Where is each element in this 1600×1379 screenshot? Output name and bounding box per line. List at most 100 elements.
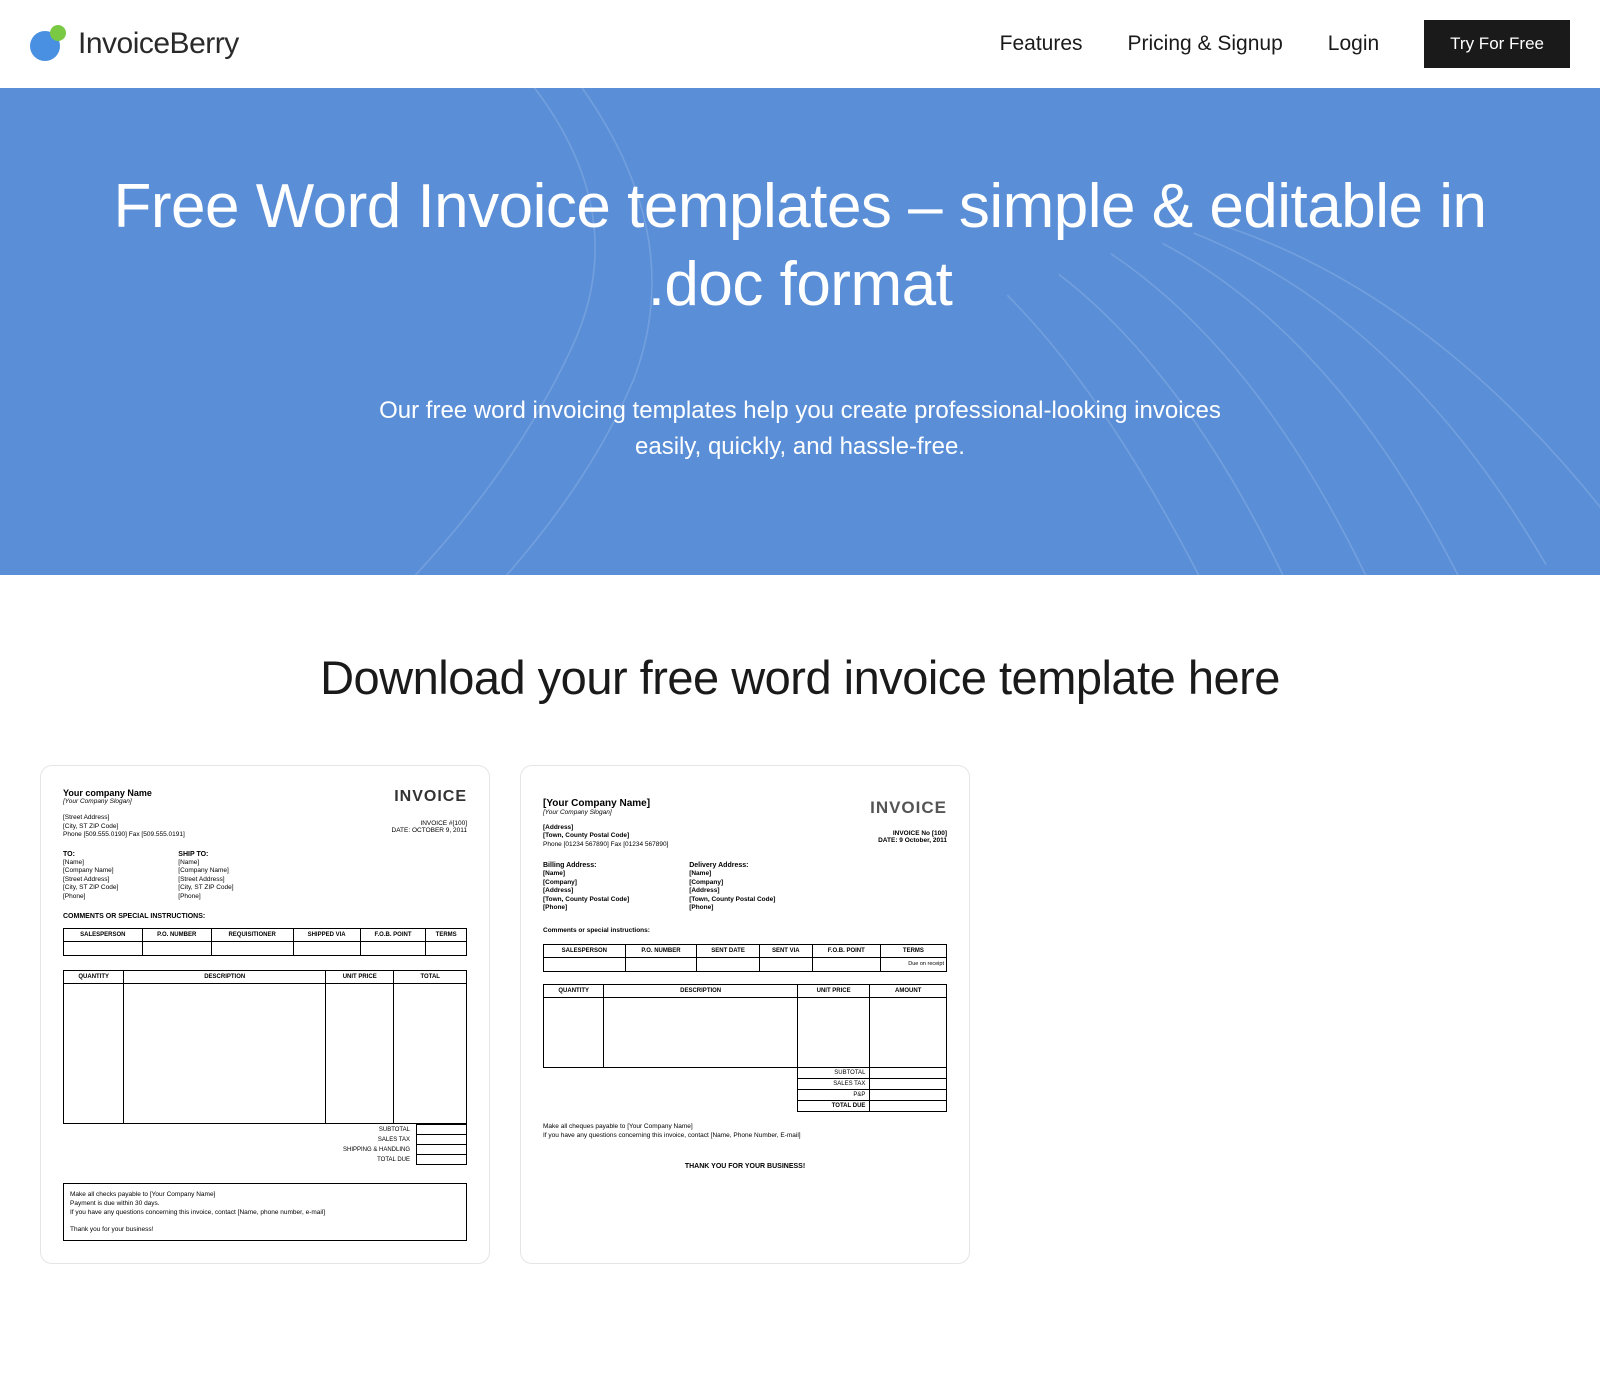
inv1-to-city: [City, ST ZIP Code]: [63, 884, 118, 892]
inv1-addr1: [Street Address]: [63, 814, 185, 822]
inv2-t-pp: P&P: [797, 1089, 870, 1100]
inv2-h-sent-via: SENT VIA: [759, 944, 812, 957]
inv1-totals: SUBTOTAL SALES TAX SHIPPING & HANDLING T…: [63, 1124, 467, 1165]
inv1-meta-table: SALESPERSON P.O. NUMBER REQUISITIONER SH…: [63, 928, 467, 956]
inv2-del-label: Delivery Address:: [689, 861, 775, 870]
nav-features[interactable]: Features: [1000, 32, 1083, 56]
inv1-ship-name: [Name]: [178, 859, 233, 867]
inv1-i-total: TOTAL: [394, 971, 467, 984]
inv2-thanks: THANK YOU FOR YOUR BUSINESS!: [543, 1163, 947, 1170]
inv1-t-due: TOTAL DUE: [337, 1155, 417, 1165]
inv2-addr1: [Address]: [543, 824, 668, 832]
inv1-h-ship: SHIPPED VIA: [293, 929, 360, 942]
inv2-b-town: [Town, County Postal Code]: [543, 896, 629, 904]
inv2-t-tax: SALES TAX: [797, 1078, 870, 1089]
hero-title: Free Word Invoice templates – simple & e…: [100, 168, 1500, 323]
inv1-ship-company: [Company Name]: [178, 867, 233, 875]
inv1-f3: If you have any questions concerning thi…: [70, 1208, 460, 1217]
inv1-f4: Thank you for your business!: [70, 1225, 460, 1234]
inv1-comments: COMMENTS OR SPECIAL INSTRUCTIONS:: [63, 913, 467, 920]
inv1-meta2: DATE: OCTOBER 9, 2011: [392, 827, 468, 834]
brand-name: InvoiceBerry: [78, 27, 239, 61]
inv1-to-street: [Street Address]: [63, 876, 118, 884]
inv2-company: [Your Company Name]: [543, 798, 650, 809]
inv2-h-fob: F.O.B. POINT: [812, 944, 880, 957]
inv1-ship-street: [Street Address]: [178, 876, 233, 884]
hero-subtitle: Our free word invoicing templates help y…: [375, 393, 1225, 465]
inv2-title: INVOICE: [870, 798, 947, 818]
invoiceberry-logo-icon: [30, 25, 68, 63]
inv1-company: Your company Name: [63, 788, 152, 798]
inv1-phone: Phone [509.555.0190] Fax [509.555.0191]: [63, 831, 185, 839]
inv2-phone: Phone [01234 567890] Fax [01234 567890]: [543, 841, 668, 849]
inv2-t-due: TOTAL DUE: [797, 1100, 870, 1111]
inv2-f2: If you have any questions concerning thi…: [543, 1131, 947, 1141]
inv2-meta-table: SALESPERSON P.O. NUMBER SENT DATE SENT V…: [543, 944, 947, 972]
inv1-i-unit: UNIT PRICE: [325, 971, 394, 984]
inv1-addr2: [City, ST ZIP Code]: [63, 823, 185, 831]
hero-section: Free Word Invoice templates – simple & e…: [0, 88, 1600, 575]
inv2-d-phone: [Phone]: [689, 904, 775, 912]
inv2-i-desc: DESCRIPTION: [604, 984, 797, 997]
inv2-t-subtotal: SUBTOTAL: [797, 1067, 870, 1078]
inv1-f1: Make all checks payable to [Your Company…: [70, 1190, 460, 1199]
inv1-h-po: P.O. NUMBER: [142, 929, 211, 942]
section-title: Download your free word invoice template…: [40, 650, 1560, 705]
templates-section: Download your free word invoice template…: [0, 575, 1600, 765]
inv2-i-unit: UNIT PRICE: [797, 984, 870, 997]
hero-decoration: [0, 88, 1600, 575]
inv2-b-name: [Name]: [543, 870, 629, 878]
inv2-comments: Comments or special instructions:: [543, 927, 947, 934]
inv1-f2: Payment is due within 30 days.: [70, 1199, 460, 1208]
inv2-footer: Make all cheques payable to [Your Compan…: [543, 1122, 947, 1142]
inv2-h-salesperson: SALESPERSON: [544, 944, 626, 957]
inv2-items-table: QUANTITY DESCRIPTION UNIT PRICE AMOUNT S…: [543, 984, 947, 1112]
inv2-d-name: [Name]: [689, 870, 775, 878]
inv2-b-addr: [Address]: [543, 887, 629, 895]
template-card-2[interactable]: [Your Company Name] [Your Company Slogan…: [520, 765, 970, 1264]
inv1-h-terms: TERMS: [426, 929, 467, 942]
main-nav: Features Pricing & Signup Login Try For …: [1000, 20, 1570, 68]
inv2-meta2: DATE: 9 October, 2011: [878, 837, 947, 844]
inv1-t-tax: SALES TAX: [337, 1135, 417, 1145]
inv2-d-town: [Town, County Postal Code]: [689, 896, 775, 904]
inv2-b-phone: [Phone]: [543, 904, 629, 912]
inv1-items-table: QUANTITY DESCRIPTION UNIT PRICE TOTAL: [63, 970, 467, 1124]
inv2-f1: Make all cheques payable to [Your Compan…: [543, 1122, 947, 1132]
inv1-i-desc: DESCRIPTION: [124, 971, 326, 984]
inv2-d-addr: [Address]: [689, 887, 775, 895]
inv1-slogan: [Your Company Slogan]: [63, 798, 152, 806]
inv1-h-fob: F.O.B. POINT: [360, 929, 426, 942]
try-free-button[interactable]: Try For Free: [1424, 20, 1570, 68]
template-card-1[interactable]: Your company Name [Your Company Slogan] …: [40, 765, 490, 1264]
inv1-to-phone: [Phone]: [63, 893, 118, 901]
inv2-terms-note: Due on receipt: [880, 957, 946, 971]
template-preview-2: [Your Company Name] [Your Company Slogan…: [543, 788, 947, 1180]
inv2-bill-label: Billing Address:: [543, 861, 629, 870]
inv1-footer: Make all checks payable to [Your Company…: [63, 1183, 467, 1241]
nav-login[interactable]: Login: [1328, 32, 1379, 56]
inv1-t-subtotal: SUBTOTAL: [337, 1125, 417, 1135]
inv1-ship-label: SHIP TO:: [178, 850, 233, 859]
inv1-to-company: [Company Name]: [63, 867, 118, 875]
template-preview-1: Your company Name [Your Company Slogan] …: [63, 788, 467, 1241]
inv2-slogan: [Your Company Slogan]: [543, 809, 650, 817]
inv2-b-company: [Company]: [543, 879, 629, 887]
header: InvoiceBerry Features Pricing & Signup L…: [0, 0, 1600, 88]
inv1-ship-phone: [Phone]: [178, 893, 233, 901]
inv1-i-qty: QUANTITY: [64, 971, 124, 984]
inv2-i-amt: AMOUNT: [870, 984, 947, 997]
inv1-h-salesperson: SALESPERSON: [64, 929, 143, 942]
inv2-d-company: [Company]: [689, 879, 775, 887]
inv1-h-req: REQUISITIONER: [211, 929, 293, 942]
inv2-h-terms: TERMS: [880, 944, 946, 957]
logo-link[interactable]: InvoiceBerry: [30, 25, 239, 63]
nav-pricing[interactable]: Pricing & Signup: [1128, 32, 1283, 56]
inv1-to-label: TO:: [63, 850, 118, 859]
inv2-h-po: P.O. NUMBER: [625, 944, 697, 957]
inv1-t-ship: SHIPPING & HANDLING: [337, 1145, 417, 1155]
inv1-title: INVOICE: [394, 788, 467, 806]
inv1-meta1: INVOICE #[100]: [392, 820, 468, 827]
inv2-h-sent-date: SENT DATE: [697, 944, 760, 957]
inv2-i-qty: QUANTITY: [544, 984, 604, 997]
